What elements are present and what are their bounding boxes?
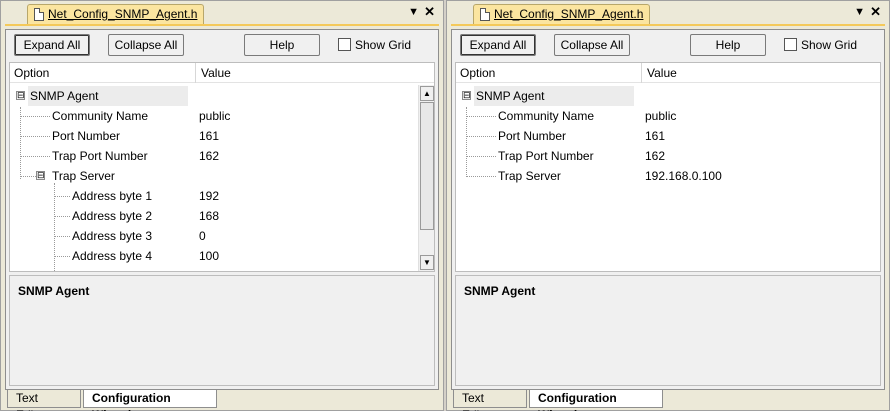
scroll-down-icon[interactable]: ▼: [420, 255, 434, 270]
tree-row-label: Trap Server: [52, 169, 115, 183]
tree-row-label: Address byte 3: [72, 229, 153, 243]
checkbox-box[interactable]: [784, 38, 797, 52]
tree-row-value[interactable]: 161: [645, 126, 665, 146]
help-button[interactable]: Help: [244, 34, 320, 56]
bottom-tab-bar: Text Editor Configuration Wizard: [451, 390, 885, 411]
tab-text-editor[interactable]: Text Editor: [453, 390, 527, 411]
tree-row-community-name[interactable]: Community Name public: [10, 106, 434, 126]
tree-row-label: Trap Port Number: [498, 149, 594, 163]
description-pane: SNMP Agent: [9, 275, 435, 386]
title-accent-line: [451, 24, 885, 26]
wizard-area: Expand All Collapse All Help Show Grid O…: [451, 29, 885, 390]
tree-row-trap-server[interactable]: Trap Server 192.168.0.100: [456, 166, 880, 186]
tree-row-value[interactable]: 161: [199, 126, 219, 146]
help-button[interactable]: Help: [690, 34, 766, 56]
tree-row-label: Address byte 4: [72, 249, 153, 263]
tree-row-label: Community Name: [52, 109, 149, 123]
column-header-value[interactable]: Value: [647, 66, 677, 80]
column-header-value[interactable]: Value: [201, 66, 231, 80]
tree-row-snmp-agent[interactable]: ⊟ SNMP Agent: [456, 86, 880, 106]
tab-configuration-wizard[interactable]: Configuration Wizard: [529, 390, 663, 411]
show-grid-checkbox[interactable]: Show Grid: [784, 38, 857, 54]
document-icon: [480, 8, 490, 21]
file-tab[interactable]: Net_Config_SNMP_Agent.h: [473, 4, 651, 24]
checkbox-box[interactable]: [338, 38, 351, 52]
description-pane: SNMP Agent: [455, 275, 881, 386]
tab-text-editor[interactable]: Text Editor: [7, 390, 81, 411]
column-divider[interactable]: [641, 63, 642, 83]
description-title: SNMP Agent: [464, 284, 536, 298]
tree-row-port-number[interactable]: Port Number 161: [456, 126, 880, 146]
left-config-panel: Net_Config_SNMP_Agent.h ▼ ✕ Expand All C…: [0, 0, 444, 411]
vertical-scrollbar[interactable]: ▲ ▼: [418, 85, 434, 271]
tree-row-value[interactable]: 0: [199, 226, 206, 246]
tree-header: Option Value: [10, 63, 434, 83]
file-tab-label: Net_Config_SNMP_Agent.h: [48, 7, 198, 21]
tree-row-value[interactable]: 168: [199, 206, 219, 226]
tree-row-trap-port-number[interactable]: Trap Port Number 162: [10, 146, 434, 166]
scroll-thumb[interactable]: [420, 102, 434, 230]
tree-row-label: SNMP Agent: [28, 86, 188, 106]
tree-row-label: SNMP Agent: [474, 86, 634, 106]
tree-row-trap-server[interactable]: ⊟ Trap Server: [10, 166, 434, 186]
collapse-toggle-icon[interactable]: ⊟: [36, 171, 45, 180]
file-tab[interactable]: Net_Config_SNMP_Agent.h: [27, 4, 205, 24]
pane-menu-icon[interactable]: ▼: [408, 4, 419, 20]
tree-row-label: Trap Server: [498, 169, 561, 183]
expand-all-button[interactable]: Expand All: [14, 34, 90, 56]
option-tree: Option Value ⊟ SNMP Agent Community Name…: [455, 62, 881, 272]
tree-row-label: Port Number: [52, 129, 121, 143]
tree-row-trap-port-number[interactable]: Trap Port Number 162: [456, 146, 880, 166]
tree-header: Option Value: [456, 63, 880, 83]
document-icon: [34, 8, 44, 21]
wizard-area: Expand All Collapse All Help Show Grid O…: [5, 29, 439, 390]
close-icon[interactable]: ✕: [870, 4, 881, 20]
tree-row-value[interactable]: public: [199, 106, 230, 126]
tree-row-address-byte-4[interactable]: Address byte 4 100: [10, 246, 434, 266]
collapse-toggle-icon[interactable]: ⊟: [462, 91, 471, 100]
tree-row-snmp-agent[interactable]: ⊟ SNMP Agent: [10, 86, 434, 106]
tree-row-community-name[interactable]: Community Name public: [456, 106, 880, 126]
title-accent-line: [5, 24, 439, 26]
right-config-panel: Net_Config_SNMP_Agent.h ▼ ✕ Expand All C…: [446, 0, 890, 411]
tree-row-address-byte-1[interactable]: Address byte 1 192: [10, 186, 434, 206]
show-grid-label: Show Grid: [355, 38, 412, 52]
tree-row-address-byte-2[interactable]: Address byte 2 168: [10, 206, 434, 226]
tree-row-label: Address byte 2: [72, 209, 153, 223]
tree-row-value[interactable]: 162: [199, 146, 219, 166]
collapse-all-button[interactable]: Collapse All: [108, 34, 184, 56]
bottom-tab-bar: Text Editor Configuration Wizard: [5, 390, 439, 411]
column-divider[interactable]: [195, 63, 196, 83]
tree-row-value[interactable]: 192: [199, 186, 219, 206]
show-grid-label: Show Grid: [801, 38, 858, 52]
scroll-up-icon[interactable]: ▲: [420, 86, 434, 101]
file-tab-label: Net_Config_SNMP_Agent.h: [494, 7, 644, 21]
tab-configuration-wizard[interactable]: Configuration Wizard: [83, 390, 217, 411]
tree-row-label: Trap Port Number: [52, 149, 148, 163]
tree-row-value[interactable]: 162: [645, 146, 665, 166]
show-grid-checkbox[interactable]: Show Grid: [338, 38, 411, 54]
tree-row-value[interactable]: 192.168.0.100: [645, 166, 722, 186]
option-tree: Option Value ⊟ SNMP Agent Community Name…: [9, 62, 435, 272]
pane-menu-icon[interactable]: ▼: [854, 4, 865, 20]
column-header-option[interactable]: Option: [460, 66, 495, 80]
expand-all-button[interactable]: Expand All: [460, 34, 536, 56]
tree-row-label: Port Number: [498, 129, 567, 143]
tree-row-label: Address byte 1: [72, 189, 153, 203]
tree-row-label: Community Name: [498, 109, 595, 123]
collapse-all-button[interactable]: Collapse All: [554, 34, 630, 56]
tree-row-value[interactable]: 100: [199, 246, 219, 266]
tree-row-port-number[interactable]: Port Number 161: [10, 126, 434, 146]
description-title: SNMP Agent: [18, 284, 90, 298]
tree-row-address-byte-3[interactable]: Address byte 3 0: [10, 226, 434, 246]
collapse-toggle-icon[interactable]: ⊟: [16, 91, 25, 100]
tree-row-value[interactable]: public: [645, 106, 676, 126]
close-icon[interactable]: ✕: [424, 4, 435, 20]
column-header-option[interactable]: Option: [14, 66, 49, 80]
